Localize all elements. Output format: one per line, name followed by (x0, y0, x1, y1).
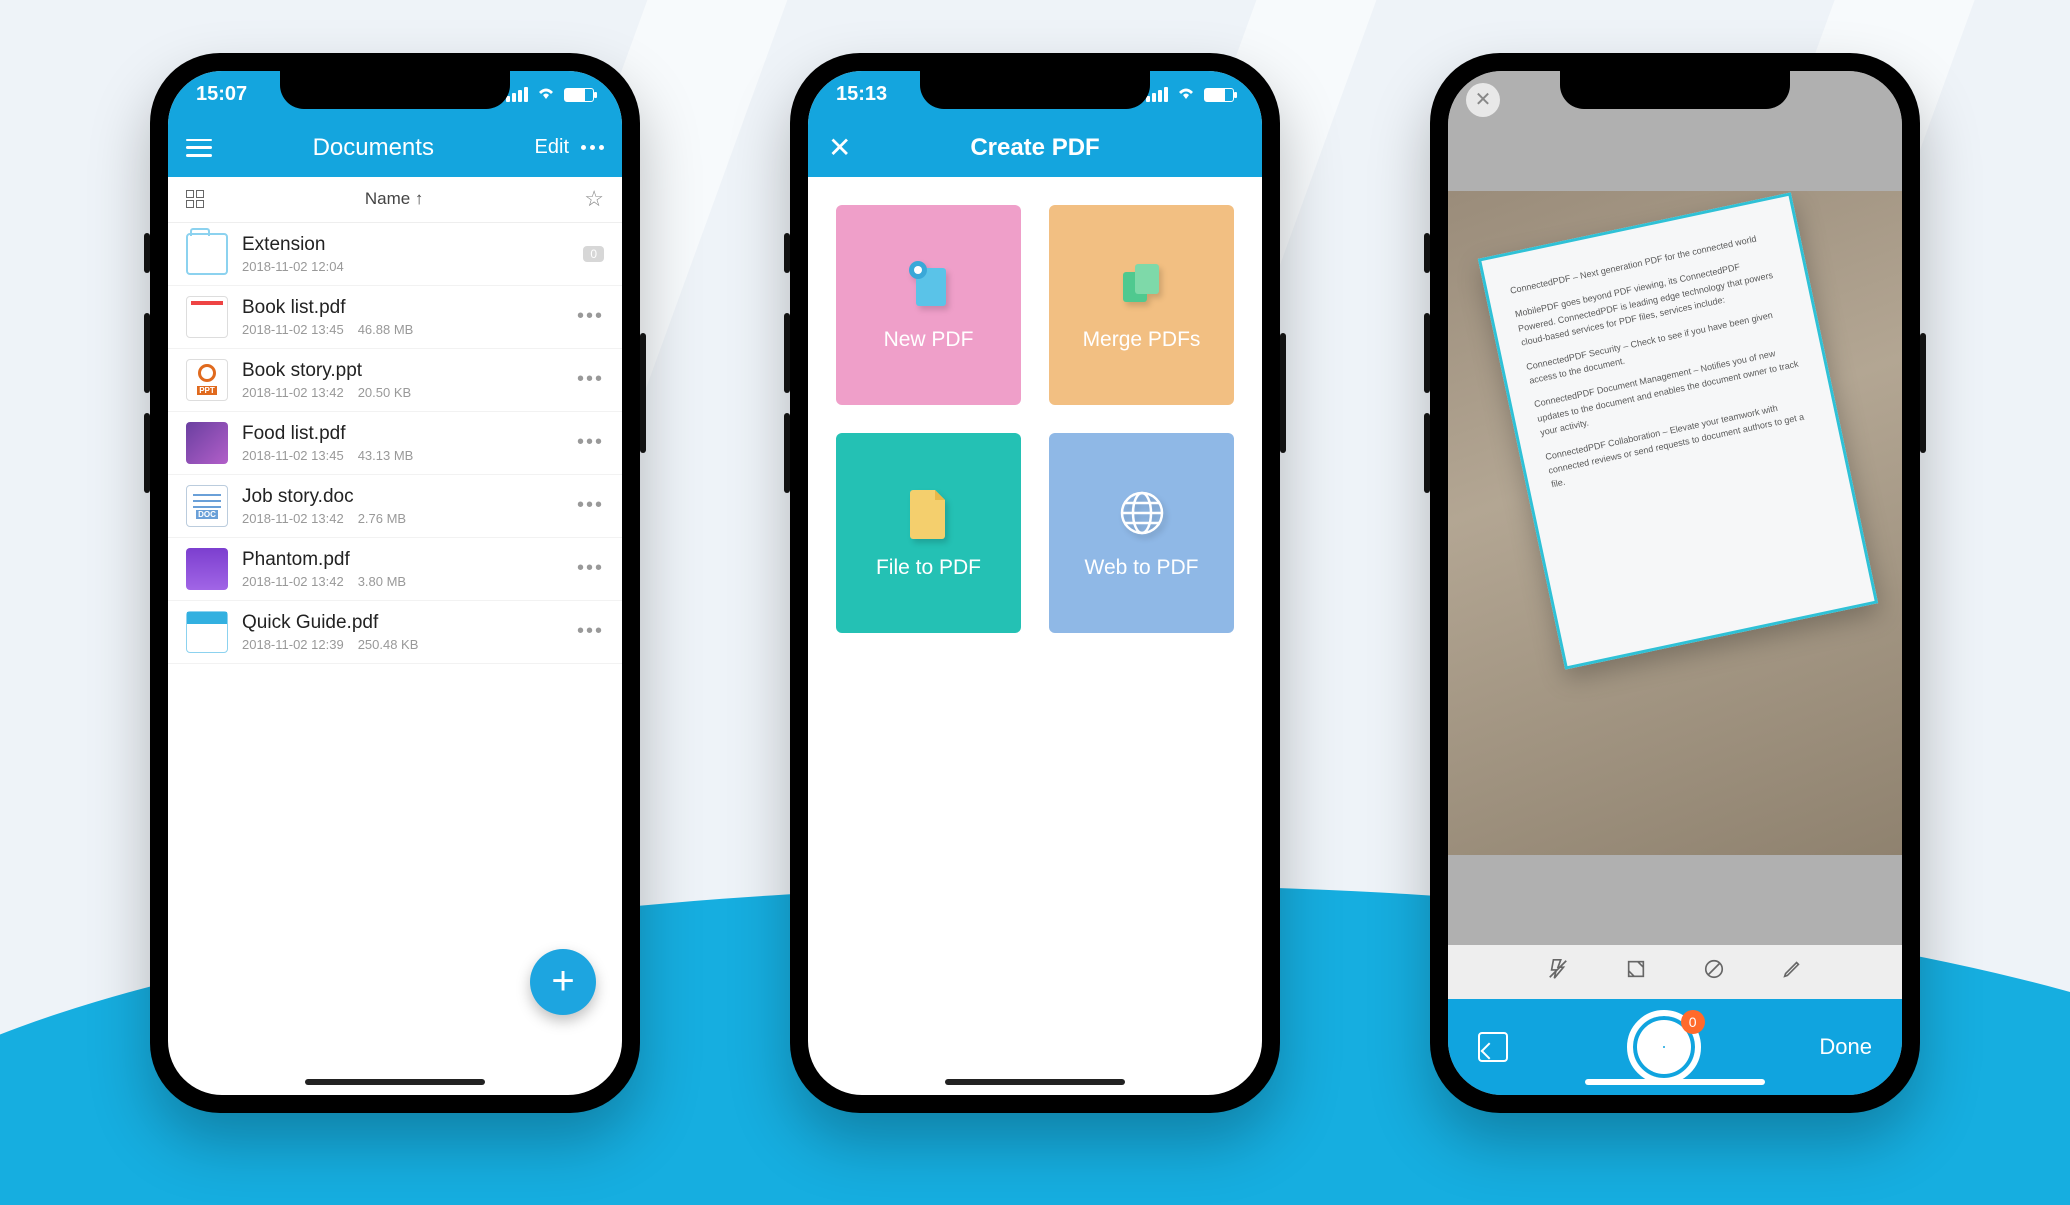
favorites-icon[interactable]: ☆ (584, 186, 604, 212)
folder-count-badge: 0 (583, 246, 604, 262)
wifi-icon (536, 83, 556, 106)
file-name: Food list.pdf (242, 423, 577, 445)
flash-icon[interactable] (1547, 958, 1569, 986)
notch (280, 71, 510, 109)
edit-button[interactable]: Edit (535, 136, 569, 159)
file-name: Extension (242, 234, 583, 256)
phone-create-pdf: 15:13 ✕ Create PDF New PDF (790, 53, 1280, 1113)
file-meta: 2018-11-02 13:4546.88 MB (242, 322, 577, 337)
edit-icon[interactable] (1781, 958, 1803, 986)
tile-label: File to PDF (876, 556, 981, 580)
merge-pdfs-icon (1115, 258, 1169, 312)
home-indicator (305, 1079, 485, 1085)
file-thumb: PPT (186, 359, 228, 401)
file-row[interactable]: Extension 2018-11-02 12:040 (168, 223, 622, 286)
home-indicator (1585, 1079, 1765, 1085)
tile-label: New PDF (884, 328, 974, 352)
web-to-pdf-tile[interactable]: Web to PDF (1049, 433, 1234, 633)
wifi-icon (1176, 83, 1196, 106)
shutter-badge: 0 (1681, 1010, 1705, 1034)
grid-view-icon[interactable] (186, 190, 204, 208)
file-to-pdf-tile[interactable]: File to PDF (836, 433, 1021, 633)
file-to-pdf-icon (902, 486, 956, 540)
file-thumb (186, 233, 228, 275)
scanner-toolbar (1448, 945, 1902, 999)
done-button[interactable]: Done (1819, 1034, 1872, 1060)
notch (1560, 71, 1790, 109)
file-row[interactable]: PPT Book story.ppt 2018-11-02 13:4220.50 K… (168, 349, 622, 412)
file-thumb (186, 548, 228, 590)
sort-bar: Name ↑ ☆ (168, 177, 622, 223)
file-row[interactable]: Quick Guide.pdf 2018-11-02 12:39250.48 KB… (168, 601, 622, 664)
file-meta: 2018-11-02 13:423.80 MB (242, 574, 577, 589)
status-time: 15:07 (196, 83, 247, 106)
more-icon[interactable]: ••• (577, 368, 604, 391)
create-pdf-header: ✕ Create PDF (808, 119, 1262, 177)
more-icon[interactable]: ••• (577, 620, 604, 643)
file-row[interactable]: Book list.pdf 2018-11-02 13:4546.88 MB••• (168, 286, 622, 349)
auto-icon[interactable] (1703, 958, 1725, 986)
file-meta: 2018-11-02 12:39250.48 KB (242, 637, 577, 652)
shutter-button[interactable]: 0 (1627, 1010, 1701, 1084)
new-pdf-tile[interactable]: New PDF (836, 205, 1021, 405)
status-time: 15:13 (836, 83, 887, 106)
new-pdf-icon (902, 258, 956, 312)
file-meta: 2018-11-02 13:422.76 MB (242, 511, 577, 526)
file-thumb: DOC (186, 485, 228, 527)
scanned-document: ConnectedPDF – Next generation PDF for t… (1478, 192, 1878, 669)
home-indicator (945, 1079, 1125, 1085)
file-name: Quick Guide.pdf (242, 612, 577, 634)
more-icon[interactable]: ••• (577, 431, 604, 454)
more-icon[interactable]: ••• (577, 305, 604, 328)
notch (920, 71, 1150, 109)
file-row[interactable]: Phantom.pdf 2018-11-02 13:423.80 MB••• (168, 538, 622, 601)
file-name: Job story.doc (242, 486, 577, 508)
more-icon[interactable] (581, 145, 604, 150)
page-title: Documents (212, 134, 535, 162)
file-meta: 2018-11-02 12:04 (242, 259, 583, 274)
web-to-pdf-icon (1115, 486, 1169, 540)
phone-scanner: ✕ ConnectedPDF – Next generation PDF for… (1430, 53, 1920, 1113)
file-name: Phantom.pdf (242, 549, 577, 571)
file-row[interactable]: DOC Job story.doc 2018-11-02 13:422.76 MB•… (168, 475, 622, 538)
files-list: Extension 2018-11-02 12:040 Book list.pdf 2… (168, 223, 622, 664)
tile-label: Merge PDFs (1083, 328, 1201, 352)
add-button[interactable]: + (530, 949, 596, 1015)
more-icon[interactable]: ••• (577, 557, 604, 580)
battery-icon (1204, 88, 1234, 102)
more-icon[interactable]: ••• (577, 494, 604, 517)
menu-icon[interactable] (186, 139, 212, 157)
file-thumb (186, 611, 228, 653)
tile-label: Web to PDF (1085, 556, 1199, 580)
file-row[interactable]: Food list.pdf 2018-11-02 13:4543.13 MB••• (168, 412, 622, 475)
camera-bottom-mask (1448, 855, 1902, 945)
file-meta: 2018-11-02 13:4220.50 KB (242, 385, 577, 400)
camera-viewfinder: ConnectedPDF – Next generation PDF for t… (1448, 191, 1902, 855)
crop-icon[interactable] (1625, 958, 1647, 986)
file-thumb (186, 422, 228, 464)
file-meta: 2018-11-02 13:4543.13 MB (242, 448, 577, 463)
phone-documents: 15:07 Documents Edit Nam (150, 53, 640, 1113)
file-thumb (186, 296, 228, 338)
documents-header: Documents Edit (168, 119, 622, 177)
sort-by-name[interactable]: Name ↑ (204, 189, 584, 209)
battery-icon (564, 88, 594, 102)
page-title: Create PDF (828, 134, 1242, 162)
close-icon[interactable]: ✕ (1466, 83, 1500, 117)
file-name: Book list.pdf (242, 297, 577, 319)
file-name: Book story.ppt (242, 360, 577, 382)
gallery-icon[interactable] (1478, 1032, 1508, 1062)
merge-pdfs-tile[interactable]: Merge PDFs (1049, 205, 1234, 405)
